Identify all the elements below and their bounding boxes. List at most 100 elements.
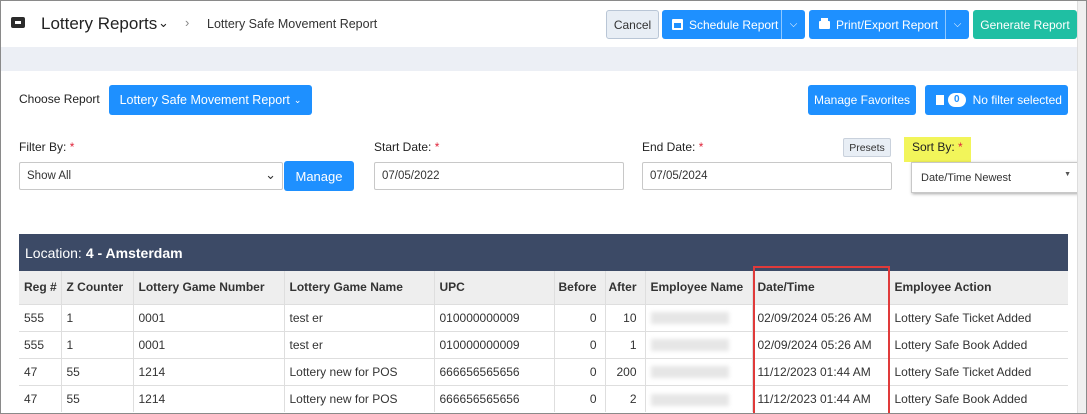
required-mark: *: [434, 140, 440, 154]
table-cell: 1: [60, 330, 133, 358]
cancel-button[interactable]: Cancel: [606, 10, 659, 39]
report-table: Reg # Z Counter Lottery Game Number Lott…: [19, 271, 1068, 412]
table-row: 555 1 0001 test er 010000000009 0 10 02/…: [19, 303, 1068, 331]
table-cell: 666656565656: [433, 357, 554, 385]
end-date-input[interactable]: 07/05/2024: [642, 162, 892, 190]
table-cell: 0: [553, 384, 605, 412]
table-cell: 0001: [132, 330, 284, 358]
column-header[interactable]: Lottery Game Number: [132, 271, 284, 304]
sort-by-text: Sort By:: [912, 140, 955, 154]
required-mark: *: [958, 140, 963, 154]
vertical-scrollbar[interactable]: [1077, 1, 1086, 413]
table-cell: Lottery new for POS: [283, 384, 434, 412]
filter-by-select[interactable]: Show All ⌄: [19, 162, 283, 190]
redacted-employee-name: [644, 330, 752, 358]
table-cell: 1: [604, 330, 645, 358]
column-header[interactable]: Before: [553, 271, 605, 304]
print-dropdown-toggle[interactable]: ⌵: [945, 10, 969, 39]
required-mark: *: [69, 140, 75, 154]
filter-by-value: Show All: [27, 170, 72, 182]
column-header[interactable]: UPC: [433, 271, 554, 304]
end-date-value: 07/05/2024: [650, 170, 708, 182]
manage-favorites-label: Manage Favorites: [813, 93, 911, 107]
redacted-employee-name: [644, 384, 752, 412]
print-export-button[interactable]: Print/Export Report ⌵: [809, 10, 969, 39]
redaction-blur: [650, 366, 729, 379]
location-header: Location: 4 - Amsterdam: [19, 234, 1068, 271]
table-cell: 0: [553, 303, 605, 331]
caret-down-icon: ▼: [1064, 171, 1071, 178]
table-cell: 55: [60, 384, 133, 412]
table-cell: 47: [19, 384, 61, 412]
column-header[interactable]: Employee Action: [888, 271, 1068, 304]
table-cell: 010000000009: [433, 330, 554, 358]
table-cell: 2: [604, 384, 645, 412]
breadcrumb: Lottery Safe Movement Report: [207, 17, 378, 31]
table-cell: 1214: [132, 384, 284, 412]
filter-status-button[interactable]: 0 No filter selected: [925, 85, 1068, 115]
table-cell: 0: [553, 357, 605, 385]
schedule-report-label: Schedule Report: [689, 17, 779, 32]
location-name: 4 - Amsterdam: [85, 244, 183, 261]
table-cell: 010000000009: [433, 303, 554, 331]
table-cell: 1214: [132, 357, 284, 385]
print-export-label: Print/Export Report: [836, 17, 939, 32]
schedule-dropdown-toggle[interactable]: ⌵: [781, 10, 805, 39]
presets-label: Presets: [849, 141, 885, 154]
table-cell: Lottery Safe Book Added: [888, 384, 1068, 412]
required-mark: *: [698, 140, 704, 154]
table-cell: 555: [19, 303, 61, 331]
column-header[interactable]: Employee Name: [644, 271, 752, 304]
filter-by-text: Filter By:: [19, 140, 67, 154]
start-date-input[interactable]: 07/05/2022: [374, 162, 624, 190]
sort-by-select[interactable]: Date/Time Newest ▼: [911, 162, 1079, 193]
column-header[interactable]: Lottery Game Name: [283, 271, 434, 304]
filter-by-label: Filter By: *: [19, 140, 74, 154]
end-date-label: End Date: *: [642, 140, 703, 154]
ticket-icon: [11, 17, 25, 28]
table-cell: 55: [60, 357, 133, 385]
location-prefix: Location:: [25, 244, 82, 261]
chevron-down-icon: ⌄: [265, 167, 276, 182]
presets-button[interactable]: Presets: [843, 138, 891, 157]
printer-icon: [819, 18, 830, 29]
table-cell: 0: [553, 330, 605, 358]
generate-report-button[interactable]: Generate Report: [973, 10, 1077, 39]
column-header[interactable]: Reg #: [19, 271, 61, 304]
table-cell: 666656565656: [433, 384, 554, 412]
manage-label: Manage: [295, 168, 343, 184]
top-bar: Lottery Reports ⌄ › Lottery Safe Movemen…: [1, 1, 1086, 47]
sort-by-label: Sort By: *: [912, 140, 963, 154]
report-select-button[interactable]: Lottery Safe Movement Report ⌄: [109, 85, 312, 115]
app-title[interactable]: Lottery Reports: [41, 14, 157, 34]
table-header-row: Reg # Z Counter Lottery Game Number Lott…: [19, 271, 1068, 304]
manage-favorites-button[interactable]: Manage Favorites: [808, 85, 916, 115]
table-row: 47 55 1214 Lottery new for POS 666656565…: [19, 384, 1068, 412]
table-cell: test er: [283, 330, 434, 358]
chevron-right-icon: ›: [185, 15, 190, 30]
table-cell: Lottery Safe Ticket Added: [888, 357, 1068, 385]
end-date-text: End Date:: [642, 140, 696, 154]
header-band: [1, 47, 1086, 71]
manage-button[interactable]: Manage: [284, 161, 354, 191]
column-header[interactable]: Z Counter: [60, 271, 133, 304]
table-row: 47 55 1214 Lottery new for POS 666656565…: [19, 357, 1068, 385]
table-row: 555 1 0001 test er 010000000009 0 1 02/0…: [19, 330, 1068, 358]
redacted-employee-name: [644, 357, 752, 385]
schedule-report-button[interactable]: Schedule Report ⌵: [662, 10, 805, 39]
start-date-value: 07/05/2022: [382, 170, 440, 182]
bookmark-icon: [936, 95, 944, 105]
redacted-employee-name: [644, 303, 752, 331]
annotation-highlight-box: [753, 266, 890, 413]
table-cell: 200: [604, 357, 645, 385]
chevron-down-icon: ⌄: [293, 94, 302, 105]
cancel-label: Cancel: [613, 17, 652, 32]
table-cell: Lottery Safe Book Added: [888, 330, 1068, 358]
start-date-label: Start Date: *: [374, 140, 439, 154]
no-filter-label: No filter selected: [972, 93, 1062, 107]
column-header[interactable]: After: [604, 271, 645, 304]
chevron-down-icon[interactable]: ⌄: [158, 15, 169, 31]
table-cell: 1: [60, 303, 133, 331]
report-select-value: Lottery Safe Movement Report: [119, 93, 290, 107]
calendar-icon: [672, 19, 683, 30]
